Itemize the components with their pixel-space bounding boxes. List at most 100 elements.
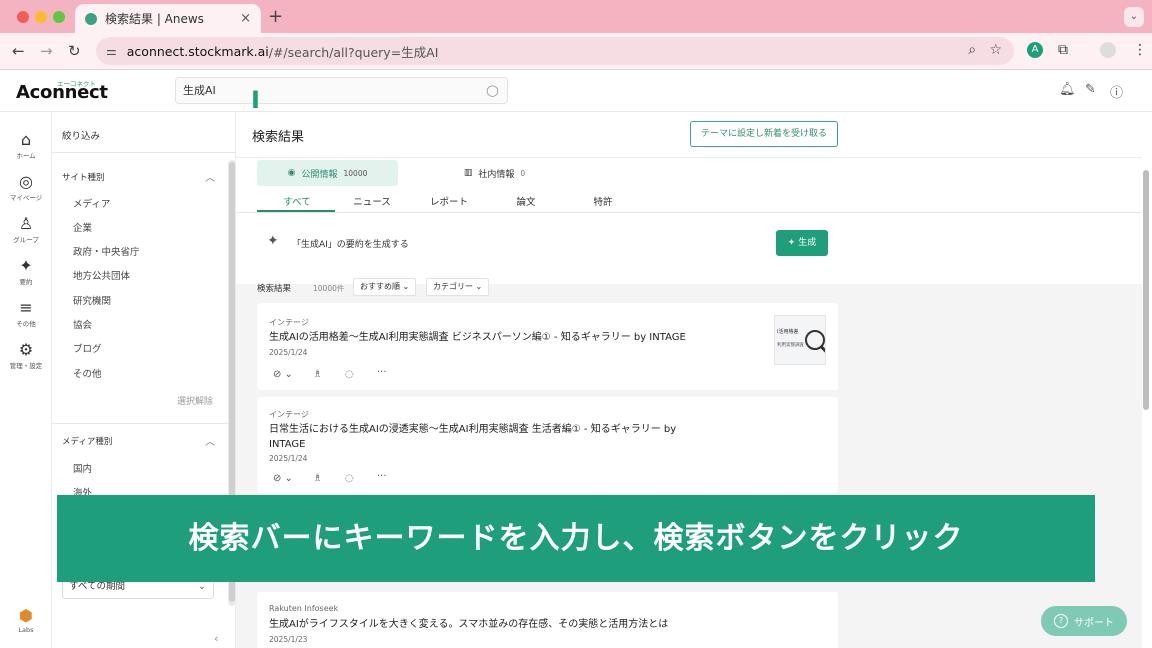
browser-menu-icon[interactable]: ⋮ — [1133, 42, 1147, 58]
checkbox[interactable] — [62, 320, 68, 328]
filter-option-label: 国内 — [73, 464, 93, 475]
checkbox[interactable] — [62, 247, 68, 255]
result-thumbnail[interactable]: I活用格差 利用実態調査 — [774, 315, 826, 365]
rail-item-group[interactable]: ♙ グループ — [0, 214, 52, 244]
support-label: サポート — [1074, 617, 1114, 629]
browser-tab[interactable]: 検索結果 | Anews × — [75, 4, 261, 33]
close-window-icon[interactable] — [17, 11, 29, 23]
zoom-icon[interactable]: ⌕ ☆ — [968, 42, 1002, 58]
forward-icon[interactable]: → — [40, 42, 53, 60]
result-title[interactable]: 生成AIの活用格差〜生成AI利用実態調査 ビジネスパーソン編① - 知るギャラリ… — [269, 330, 709, 345]
new-tab-icon[interactable]: + — [268, 6, 283, 27]
share-icon[interactable]: ♗ — [313, 473, 322, 484]
extension-a-icon[interactable]: A — [1027, 42, 1043, 58]
filter-option[interactable]: 協会 — [62, 317, 92, 331]
subtab-all[interactable]: すべて — [257, 194, 337, 208]
url-path: /#/search/all?query=生成AI — [268, 44, 439, 60]
extensions-puzzle-icon[interactable]: ⧉ — [1058, 42, 1068, 58]
help-icon[interactable]: ⓘ — [1110, 82, 1123, 101]
checkbox[interactable] — [62, 344, 68, 352]
reload-icon[interactable]: ↻ — [68, 42, 81, 60]
rail-label: グループ — [13, 236, 39, 244]
filter-option[interactable]: 企業 — [62, 220, 92, 234]
rail-item-settings[interactable]: ⚙ 管理・設定 — [0, 340, 52, 370]
clear-selection-link[interactable]: 選択解除 — [177, 394, 213, 407]
filter-title: 絞り込み — [62, 131, 101, 142]
generate-button[interactable]: ✦ 生成 — [776, 230, 828, 256]
rail-label: その他 — [16, 320, 36, 328]
minimize-window-icon[interactable] — [35, 11, 47, 23]
set-theme-button[interactable]: テーマに設定し新着を受け取る — [690, 121, 838, 147]
help-icon: ? — [1054, 614, 1068, 628]
filter-option[interactable]: その他 — [62, 366, 102, 380]
result-title[interactable]: 日常生活における生成AIの浸透実態〜生成AI利用実態調査 生活者編① - 知るギ… — [269, 422, 709, 452]
chevron-down-icon: ⌄ — [475, 282, 483, 291]
url-field[interactable]: ⚌ aconnect.stockmark.ai/#/search/all?que… — [96, 37, 1014, 65]
profile-avatar[interactable] — [1100, 42, 1116, 58]
period-value: すべての期間 — [69, 581, 125, 592]
chevron-up-icon[interactable]: ︿ — [205, 169, 215, 184]
magnifier-handle — [819, 344, 825, 355]
rail-label: Labs — [18, 626, 34, 634]
rail-label: マイページ — [9, 194, 43, 202]
collapse-panel-icon[interactable]: ‹ — [214, 632, 218, 645]
gear-icon: ⚙ — [18, 340, 34, 359]
more-icon[interactable]: ··· — [377, 367, 387, 378]
result-card[interactable]: インテージ 日常生活における生成AIの浸透実態〜生成AI利用実態調査 生活者編①… — [257, 397, 838, 493]
search-input[interactable]: 生成AI ○ — [175, 77, 508, 104]
filter-option[interactable]: メディア — [62, 196, 110, 210]
filter-option[interactable]: ブログ — [62, 341, 102, 355]
checkbox[interactable] — [62, 296, 68, 304]
checkbox[interactable] — [62, 199, 68, 207]
nav-rail: ⌂ ホーム ◎ マイページ ♙ グループ ✦ 要約 ≡ その他 ⚙ 管理・設定 ⬢ Labs — [0, 112, 52, 648]
rail-item-home[interactable]: ⌂ ホーム — [0, 130, 52, 160]
comment-icon[interactable]: ◌ — [345, 369, 354, 380]
subtab-news[interactable]: ニュース — [332, 194, 412, 208]
subtab-patent[interactable]: 特許 — [563, 194, 643, 208]
share-icon[interactable]: ♗ — [313, 369, 322, 380]
subtab-report[interactable]: レポート — [409, 194, 489, 208]
subtab-paper[interactable]: 論文 — [486, 194, 566, 208]
back-icon[interactable]: ← — [12, 42, 25, 60]
tab-search-icon[interactable]: ⌄ — [1124, 7, 1144, 27]
bell-icon[interactable]: 🔔︎ — [1059, 82, 1076, 97]
support-button[interactable]: ? サポート — [1041, 606, 1127, 636]
checkbox[interactable] — [62, 223, 68, 231]
rail-item-other[interactable]: ≡ その他 — [0, 298, 52, 328]
chevron-up-icon[interactable]: ︿ — [205, 433, 215, 448]
rail-item-mypage[interactable]: ◎ マイページ — [0, 172, 52, 202]
check-icon[interactable]: ⊘ ⌄ — [273, 369, 293, 380]
tab-public-info[interactable]: ◉ 公開情報 10000 — [257, 160, 398, 186]
search-icon[interactable]: ○ — [486, 78, 499, 103]
filter-option[interactable]: 地方公共団体 — [62, 268, 130, 282]
category-select[interactable]: カテゴリー ⌄ — [426, 278, 490, 296]
filter-option[interactable]: 研究機関 — [62, 293, 111, 307]
divider — [52, 152, 236, 153]
site-settings-icon[interactable]: ⚌ — [106, 44, 117, 58]
more-icon[interactable]: ··· — [377, 471, 387, 482]
edit-icon[interactable]: ✎ — [1085, 82, 1096, 97]
checkbox[interactable] — [62, 271, 68, 279]
category-value: カテゴリー — [433, 282, 473, 291]
result-title[interactable]: 生成AIがライフスタイルを大きく変える。スマホ並みの存在感、その実態と活用方法と… — [269, 617, 829, 632]
tab-internal-info[interactable]: ▥ 社内情報 0 — [424, 160, 565, 186]
filter-option[interactable]: 国内 — [62, 461, 92, 475]
maximize-window-icon[interactable] — [53, 11, 65, 23]
comment-icon[interactable]: ◌ — [345, 473, 354, 484]
result-card[interactable]: Rakuten Infoseek 生成AIがライフスタイルを大きく変える。スマホ… — [257, 592, 838, 648]
filter-option[interactable]: 政府・中央省庁 — [62, 244, 140, 258]
site-type-heading: サイト種別 — [62, 173, 105, 183]
building-icon: ▥ — [463, 168, 473, 178]
page-scrollbar[interactable] — [1143, 170, 1149, 410]
check-icon[interactable]: ⊘ ⌄ — [273, 473, 293, 484]
tab-close-icon[interactable]: × — [240, 11, 251, 26]
rail-item-summary[interactable]: ✦ 要約 — [0, 256, 52, 286]
result-card[interactable]: インテージ 生成AIの活用格差〜生成AI利用実態調査 ビジネスパーソン編① - … — [257, 303, 838, 390]
divider — [236, 212, 1142, 213]
sort-select[interactable]: おすすめ順 ⌄ — [353, 278, 417, 296]
text-cursor-icon: I — [251, 86, 260, 114]
browser-tab-strip: 検索結果 | Anews × + ⌄ — [0, 0, 1152, 33]
checkbox[interactable] — [62, 369, 68, 377]
rail-item-labs[interactable]: ⬢ Labs — [0, 606, 52, 634]
checkbox[interactable] — [62, 464, 68, 472]
